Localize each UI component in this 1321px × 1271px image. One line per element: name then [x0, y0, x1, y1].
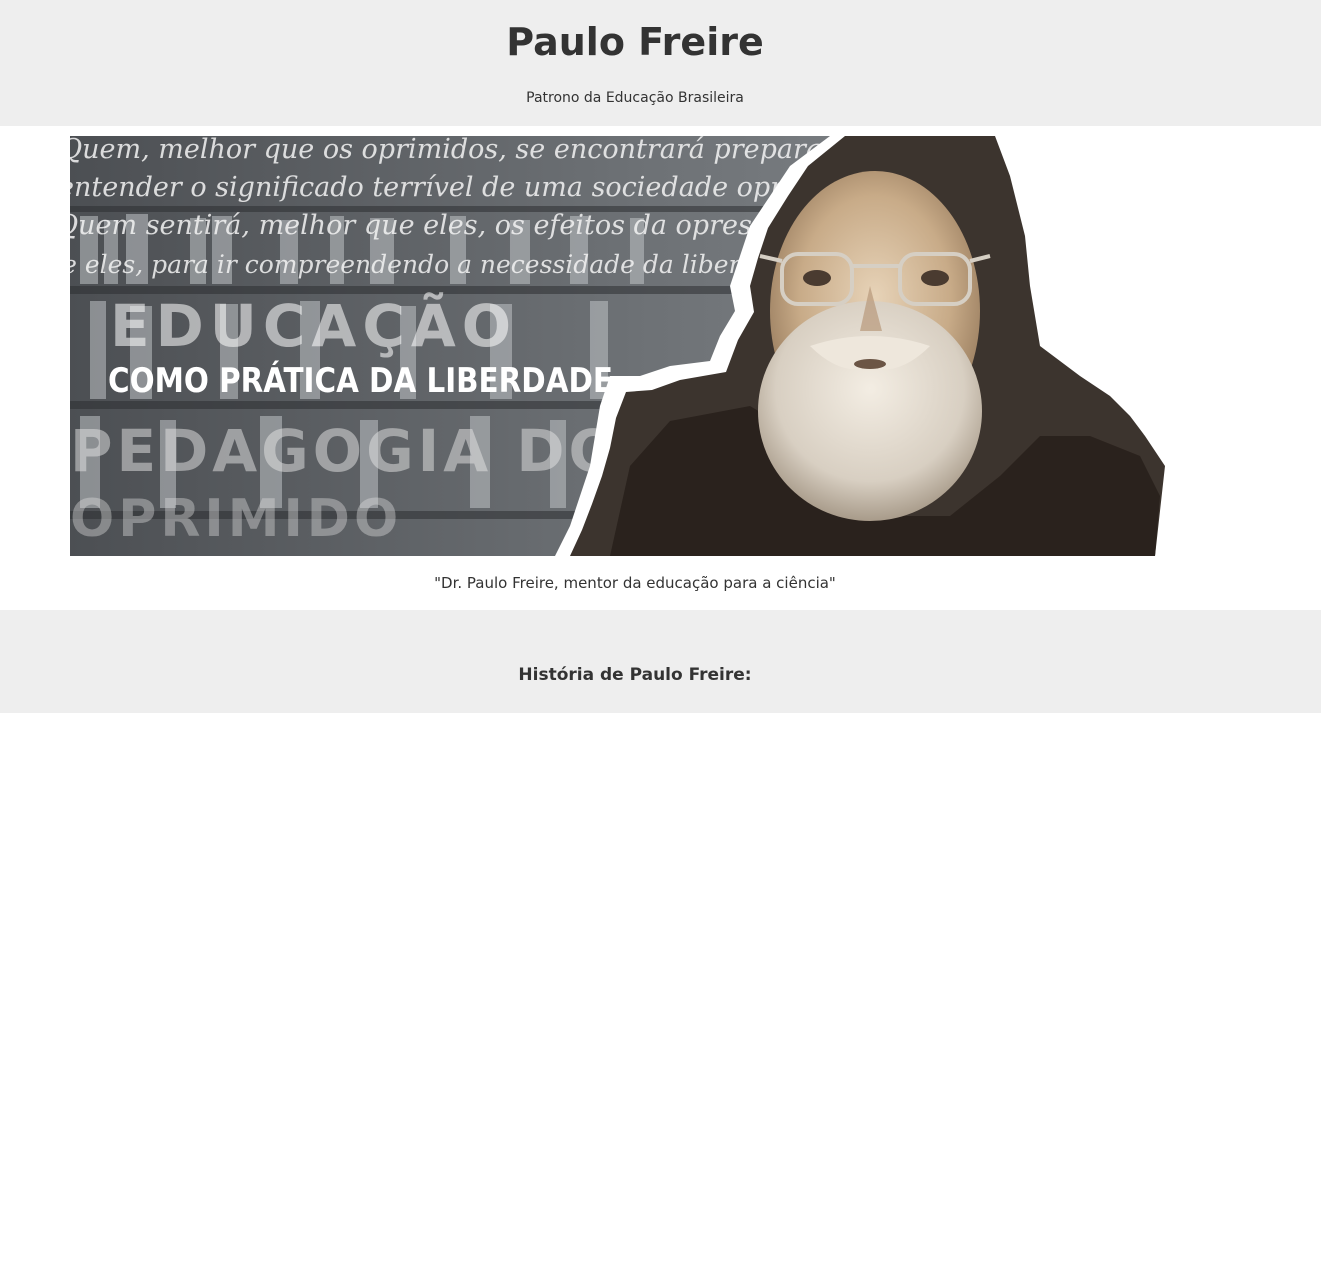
quote-line-4: que eles, para ir compreendendo a necess…	[70, 250, 809, 279]
book-title-educacao: EDUCAÇÃO	[110, 291, 517, 360]
book-title-pedagogia: PEDAGOGIA DO	[70, 417, 622, 485]
book-subtitle-liberdade: COMO PRÁTICA DA LIBERDADE	[108, 360, 613, 401]
portrait-beard	[758, 301, 982, 521]
portrait-mouth	[854, 359, 886, 369]
book-subtitle-oprimido: OPRIMIDO	[70, 489, 402, 549]
history-heading: História de Paulo Freire:	[518, 665, 752, 685]
hero-banner-image: Quem, melhor que os oprimidos, se encont…	[70, 136, 1200, 556]
image-caption: "Dr. Paulo Freire, mentor da educação pa…	[434, 574, 836, 592]
page-header: Paulo Freire Patrono da Educação Brasile…	[0, 0, 1321, 126]
page-subtitle: Patrono da Educação Brasileira	[526, 90, 744, 106]
quote-line-2: entender o significado terrível de uma s…	[70, 172, 887, 203]
history-section: História de Paulo Freire:	[0, 610, 1321, 713]
page-title: Paulo Freire	[506, 20, 764, 64]
